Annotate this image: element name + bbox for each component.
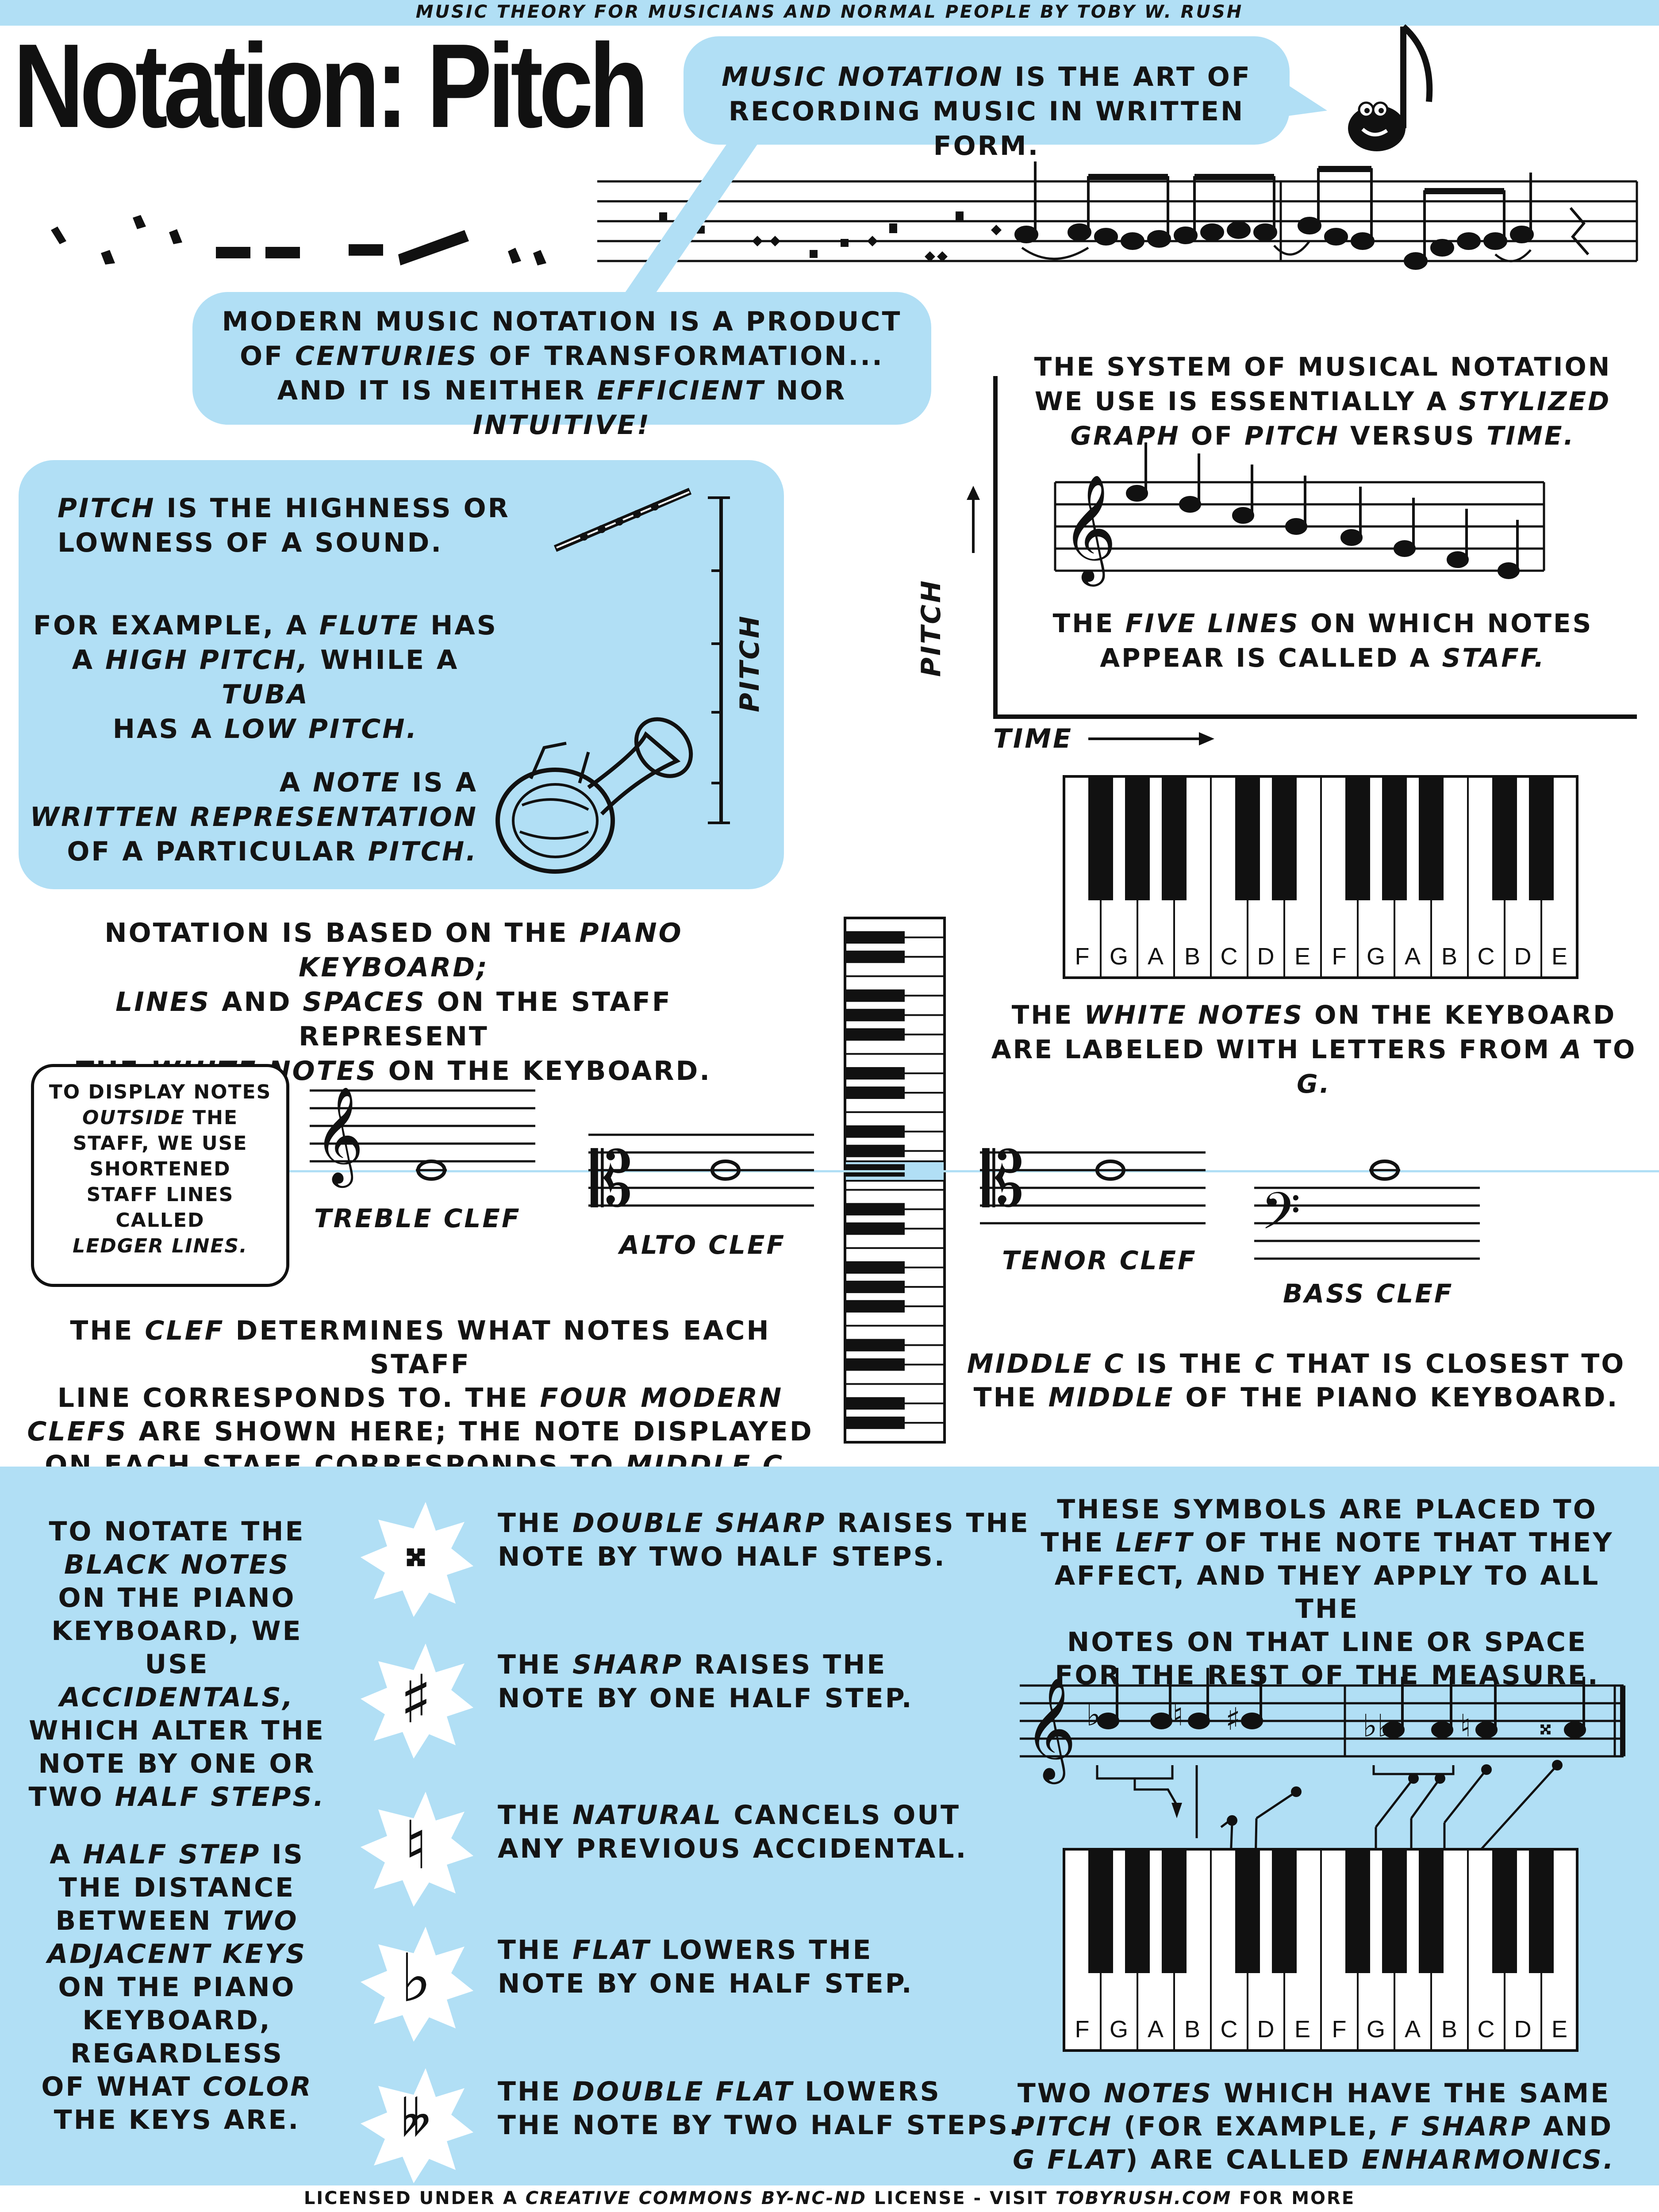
key-label: A: [1405, 2016, 1421, 2043]
black-key: [845, 1358, 905, 1371]
black-notes-intro: TO NOTATE THE BLACK NOTES ON THE PIANO KEY…: [28, 1516, 326, 1813]
key-label: D: [1257, 2016, 1275, 2043]
key-label: F: [1075, 943, 1090, 970]
middle-c-guide-line: [283, 1170, 1659, 1172]
black-key: [845, 1417, 905, 1429]
black-key: [845, 1009, 905, 1022]
black-key: [845, 1300, 905, 1313]
note-definition: A NOTE IS A WRITTEN REPRESENTATION OF A …: [30, 767, 478, 867]
key-label: G: [1367, 943, 1385, 970]
placement-explanation: THESE SYMBOLS ARE PLACED TO THE LEFT OF …: [1041, 1494, 1614, 1691]
middle-c-explanation: MIDDLE C IS THE C THAT IS CLOSEST TO THE…: [967, 1348, 1626, 1413]
black-key: [845, 1222, 905, 1235]
svg-text:𝄡: 𝄡: [591, 1136, 633, 1224]
key-label: F: [1075, 2016, 1090, 2043]
key-label: C: [1478, 2016, 1495, 2043]
black-key: [845, 1397, 905, 1410]
double-flat-icon: 𝄫: [401, 2090, 431, 2147]
double-sharp-text: THE DOUBLE SHARP RAISES THE NOTE BY TWO H…: [498, 1508, 1030, 1572]
key-label: G: [1110, 2016, 1128, 2043]
black-key: [845, 1144, 905, 1157]
notation-keyboard-text: NOTATION IS BASED ON THE PIANO KEYBOARD;…: [76, 918, 712, 1087]
key-label: C: [1221, 943, 1238, 970]
bubble-a-text: MUSIC NOTATION IS THE ART OF RECORDING MU…: [722, 61, 1252, 161]
svg-text:𝄞: 𝄞: [1062, 473, 1117, 587]
black-key: [845, 1203, 905, 1216]
sharp-icon: ♯: [399, 1661, 432, 1738]
pitch-definition: PITCH IS THE HIGHNESS OR LOWNESS OF A SOU…: [58, 493, 510, 558]
key-label: C: [1221, 2016, 1238, 2043]
ledger-lines-text: TO DISPLAY NOTES OUTSIDE THE STAFF, WE US…: [49, 1081, 272, 1257]
double-sharp-icon: 𝄪: [406, 1524, 426, 1576]
graph-time-axis-label: TIME: [993, 723, 1073, 754]
key-label: E: [1551, 2016, 1567, 2043]
graph-pitch-axis-label: PITCH: [916, 579, 947, 677]
bass-clef-label: BASS CLEF: [1283, 1279, 1454, 1309]
alto-clef-label: ALTO CLEF: [619, 1230, 786, 1260]
key-label: C: [1478, 943, 1495, 970]
svg-text:♮: ♮: [1460, 1708, 1471, 1744]
key-label: A: [1148, 2016, 1164, 2043]
svg-text:𝄡: 𝄡: [982, 1136, 1024, 1224]
pitch-axis-label: PITCH: [734, 614, 765, 712]
key-label: D: [1514, 2016, 1532, 2043]
natural-icon: ♮: [404, 1807, 428, 1884]
svg-text:♯: ♯: [1225, 1701, 1240, 1737]
svg-text:𝄞: 𝄞: [1024, 1677, 1076, 1784]
black-key: [845, 1261, 905, 1274]
flat-icon: ♭: [400, 1940, 432, 2017]
black-key: [845, 1339, 905, 1352]
svg-text:♭: ♭: [1086, 1697, 1101, 1733]
svg-text:𝄪: 𝄪: [1540, 1710, 1551, 1741]
key-label: A: [1405, 943, 1421, 970]
svg-text:♮: ♮: [1172, 1697, 1183, 1733]
sharp-text: THE SHARP RAISES THE NOTE BY ONE HALF STE…: [498, 1649, 914, 1714]
clef-explanation: THE CLEF DETERMINES WHAT NOTES EACH STAF…: [27, 1315, 814, 1481]
key-label: B: [1441, 943, 1457, 970]
flute-tuba-example: FOR EXAMPLE, A FLUTE HAS A HIGH PITCH, W…: [33, 610, 498, 745]
key-label: G: [1367, 2016, 1385, 2043]
black-key: [845, 1028, 905, 1041]
license-footer: LICENSED UNDER A CREATIVE COMMONS BY-NC-…: [303, 2188, 1356, 2208]
natural-text: THE NATURAL CANCELS OUT ANY PREVIOUS ACCI…: [498, 1800, 968, 1864]
key-label: F: [1332, 943, 1347, 970]
key-label: G: [1110, 943, 1128, 970]
black-key: [845, 989, 905, 1002]
keyboard-caption: THE WHITE NOTES ON THE KEYBOARD ARE LABE…: [991, 1000, 1637, 1099]
key-label: B: [1441, 2016, 1457, 2043]
key-label: D: [1514, 943, 1532, 970]
half-step-definition: A HALF STEP IS THE DISTANCE BETWEEN TWO …: [41, 1839, 313, 2135]
black-key: [845, 1280, 905, 1293]
key-label: B: [1184, 943, 1200, 970]
key-label: E: [1294, 2016, 1310, 2043]
black-key: [845, 950, 905, 963]
svg-text:𝄞: 𝄞: [314, 1086, 364, 1188]
key-label: F: [1332, 2016, 1347, 2043]
black-key: [845, 1067, 905, 1080]
svg-text:𝄢: 𝄢: [1261, 1182, 1301, 1254]
black-key: [845, 931, 905, 944]
black-key: [845, 1086, 905, 1099]
key-label: B: [1184, 2016, 1200, 2043]
bubble-b-text: MODERN MUSIC NOTATION IS A PRODUCT OF CE…: [222, 306, 902, 441]
accidental-example: 𝄞 ♭ ♮ ♯ ♭♭ ♮ 𝄪 F G A B C D E F G A B C D…: [1020, 1668, 1625, 2052]
treble-clef-label: TREBLE CLEF: [314, 1203, 521, 1233]
enharmonics-definition: TWO NOTES WHICH HAVE THE SAME PITCH (FOR…: [1013, 2078, 1615, 2175]
double-flat-text: THE DOUBLE FLAT LOWERS THE NOTE BY TWO HA…: [498, 2076, 1021, 2141]
key-label: E: [1294, 943, 1310, 970]
staff-caption: THE FIVE LINES ON WHICH NOTES APPEAR IS …: [1052, 608, 1593, 673]
key-label: A: [1148, 943, 1164, 970]
black-key: [845, 1125, 905, 1138]
graph-lead-text: THE SYSTEM OF MUSICAL NOTATION WE USE IS …: [1034, 352, 1612, 451]
key-label: E: [1551, 943, 1567, 970]
page-title: Notation: Pitch: [13, 19, 649, 153]
key-label: D: [1257, 943, 1275, 970]
flat-text: THE FLAT LOWERS THE NOTE BY ONE HALF STEP…: [498, 1935, 914, 1999]
tenor-clef-label: TENOR CLEF: [1002, 1245, 1197, 1275]
